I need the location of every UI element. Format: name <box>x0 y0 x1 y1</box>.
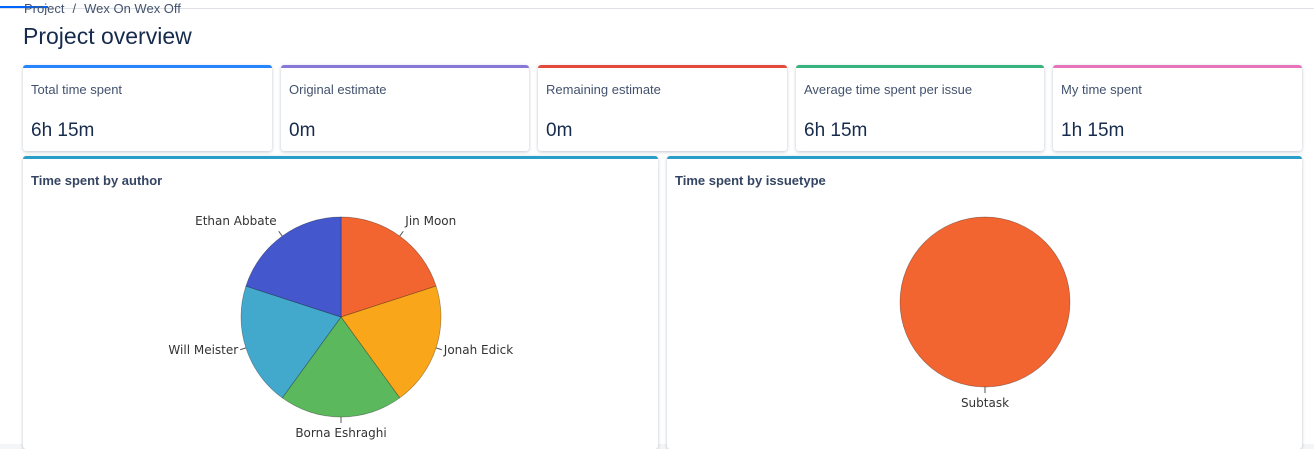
pie-slice-subtask[interactable] <box>899 216 1071 388</box>
stat-value: 0m <box>546 120 573 141</box>
pie-label-jonah-edick: Jonah Edick <box>443 343 513 357</box>
stat-label: Total time spent <box>31 82 123 97</box>
pie-label-tick <box>435 347 442 351</box>
chart-card-time-by-issuetype: Time spent by issuetype Subtask <box>667 156 1302 449</box>
stat-value: 1h 15m <box>1061 120 1125 141</box>
pie-label-jin-moon: Jin Moon <box>404 214 456 228</box>
page-title: Project overview <box>23 23 192 49</box>
stat-value: 6h 15m <box>804 120 868 141</box>
stat-value: 6h 15m <box>31 120 95 141</box>
stat-card-remaining-estimate: Remaining estimate 0m <box>538 65 787 151</box>
stat-value: 0m <box>289 120 316 141</box>
stat-card-total-time-spent: Total time spent 6h 15m <box>23 65 272 151</box>
breadcrumb-project-link[interactable]: Project <box>24 1 64 15</box>
breadcrumb-current-project-link[interactable]: Wex On Wex Off <box>84 1 181 15</box>
pie-label-ethan-abbate: Ethan Abbate <box>195 214 277 228</box>
stat-card-my-time-spent: My time spent 1h 15m <box>1053 65 1302 151</box>
stat-label: Remaining estimate <box>546 82 661 97</box>
stat-card-average-time-spent: Average time spent per issue 6h 15m <box>796 65 1044 151</box>
breadcrumb: Project / Wex On Wex Off <box>24 1 181 15</box>
pie-chart-time-by-issuetype: Subtask <box>899 216 1071 410</box>
pie-label-borna-eshraghi: Borna Eshraghi <box>295 426 386 440</box>
chart-card-time-by-author: Time spent by author Jin Moon Jonah Edick… <box>23 156 658 449</box>
stat-card-original-estimate: Original estimate 0m <box>281 65 529 151</box>
breadcrumb-separator: / <box>72 1 77 15</box>
pie-label-subtask: Subtask <box>961 396 1009 410</box>
top-navigation-bar <box>0 0 1314 9</box>
pie-label-tick <box>240 347 247 351</box>
stat-label: Average time spent per issue <box>804 82 973 97</box>
stat-label: My time spent <box>1061 82 1142 97</box>
pie-label-tick <box>399 230 404 237</box>
pie-label-will-meister: Will Meister <box>168 343 238 357</box>
pie-chart-time-by-author: Jin Moon Jonah Edick Borna Eshraghi Will Me… <box>168 214 513 440</box>
main-content: Project / Wex On Wex Off Project overview … <box>0 1 1314 449</box>
stat-label: Original estimate <box>289 82 387 97</box>
pie-label-tick <box>278 230 283 237</box>
